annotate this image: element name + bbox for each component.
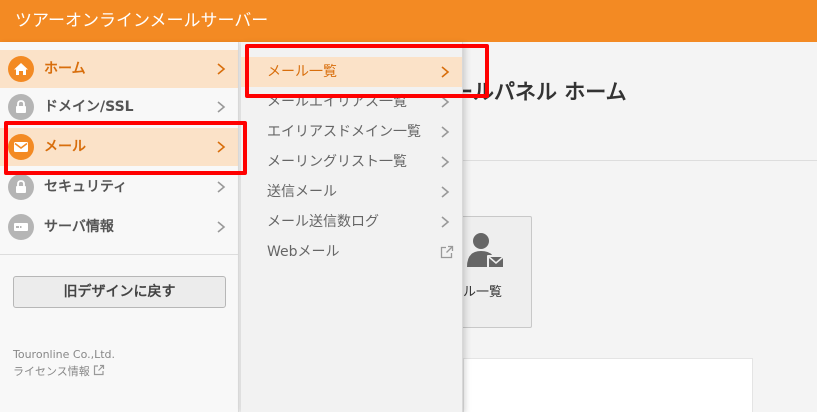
chevron-right-icon: [441, 216, 450, 228]
chevron-right-icon: [441, 66, 450, 78]
submenu-item-sent-mail[interactable]: 送信メール: [241, 177, 462, 207]
old-design-button[interactable]: 旧デザインに戻す: [13, 276, 226, 308]
external-link-icon: [440, 245, 454, 259]
submenu-item-label: メールエイリアス一覧: [267, 94, 407, 110]
submenu-item-mail-alias-list[interactable]: メールエイリアス一覧: [241, 87, 462, 117]
sidebar-item-home[interactable]: ホーム: [0, 50, 238, 88]
mail-submenu: メール一覧 メールエイリアス一覧 エイリアスドメイン一覧 メーリングリスト一覧 …: [241, 42, 463, 412]
chevron-right-icon: [217, 181, 226, 193]
submenu-item-mail-list[interactable]: メール一覧: [241, 57, 462, 87]
license-link-label: ライセンス情報: [13, 365, 90, 378]
submenu-item-send-count-log[interactable]: メール送信数ログ: [241, 207, 462, 237]
chevron-right-icon: [217, 141, 226, 153]
sidebar-item-label: ドメイン/SSL: [44, 99, 134, 115]
chevron-right-icon: [217, 63, 226, 75]
submenu-item-label: メーリングリスト一覧: [267, 154, 407, 170]
submenu-item-label: Webメール: [267, 244, 340, 260]
license-link[interactable]: ライセンス情報: [13, 363, 105, 379]
submenu-item-label: メール送信数ログ: [267, 214, 379, 230]
lock-icon: [8, 174, 34, 200]
sidebar-item-label: メール: [44, 139, 86, 155]
chevron-right-icon: [441, 156, 450, 168]
sidebar-item-label: サーバ情報: [44, 219, 114, 235]
submenu-item-mailing-list[interactable]: メーリングリスト一覧: [241, 147, 462, 177]
chevron-right-icon: [441, 126, 450, 138]
submenu-item-alias-domain-list[interactable]: エイリアスドメイン一覧: [241, 117, 462, 147]
home-icon: [8, 56, 34, 82]
external-link-icon: [93, 364, 104, 376]
server-icon: [8, 214, 34, 240]
sidebar-item-domain-ssl[interactable]: ドメイン/SSL: [0, 88, 238, 126]
mail-icon: [8, 134, 34, 160]
sidebar-item-label: ホーム: [44, 61, 86, 77]
user-mail-icon: [467, 233, 505, 268]
sidebar-item-label: セキュリティ: [44, 179, 128, 195]
app-title: ツアーオンラインメールサーバー: [15, 11, 269, 31]
domain-lock-icon: [8, 94, 34, 120]
submenu-item-label: メール一覧: [267, 64, 337, 80]
divider: [463, 160, 817, 161]
submenu-item-label: 送信メール: [267, 184, 337, 200]
chevron-right-icon: [217, 101, 226, 113]
submenu-item-webmail[interactable]: Webメール: [241, 237, 462, 267]
sidebar-item-server-info[interactable]: サーバ情報: [0, 208, 238, 246]
chevron-right-icon: [441, 186, 450, 198]
company-name: Touronline Co.,Ltd.: [13, 348, 116, 361]
sidebar-item-security[interactable]: セキュリティ: [0, 168, 238, 206]
chevron-right-icon: [441, 96, 450, 108]
divider: [0, 254, 238, 255]
chevron-right-icon: [217, 221, 226, 233]
sidebar: ホーム ドメイン/SSL メール セキュリティ サーバ情報 旧デザインに戻す T…: [0, 42, 239, 412]
submenu-item-label: エイリアスドメイン一覧: [267, 124, 421, 140]
page-title: ールパネル ホーム: [452, 80, 627, 104]
content-panel: [463, 358, 753, 412]
sidebar-item-mail[interactable]: メール: [0, 128, 238, 166]
app-header: ツアーオンラインメールサーバー: [0, 0, 817, 42]
